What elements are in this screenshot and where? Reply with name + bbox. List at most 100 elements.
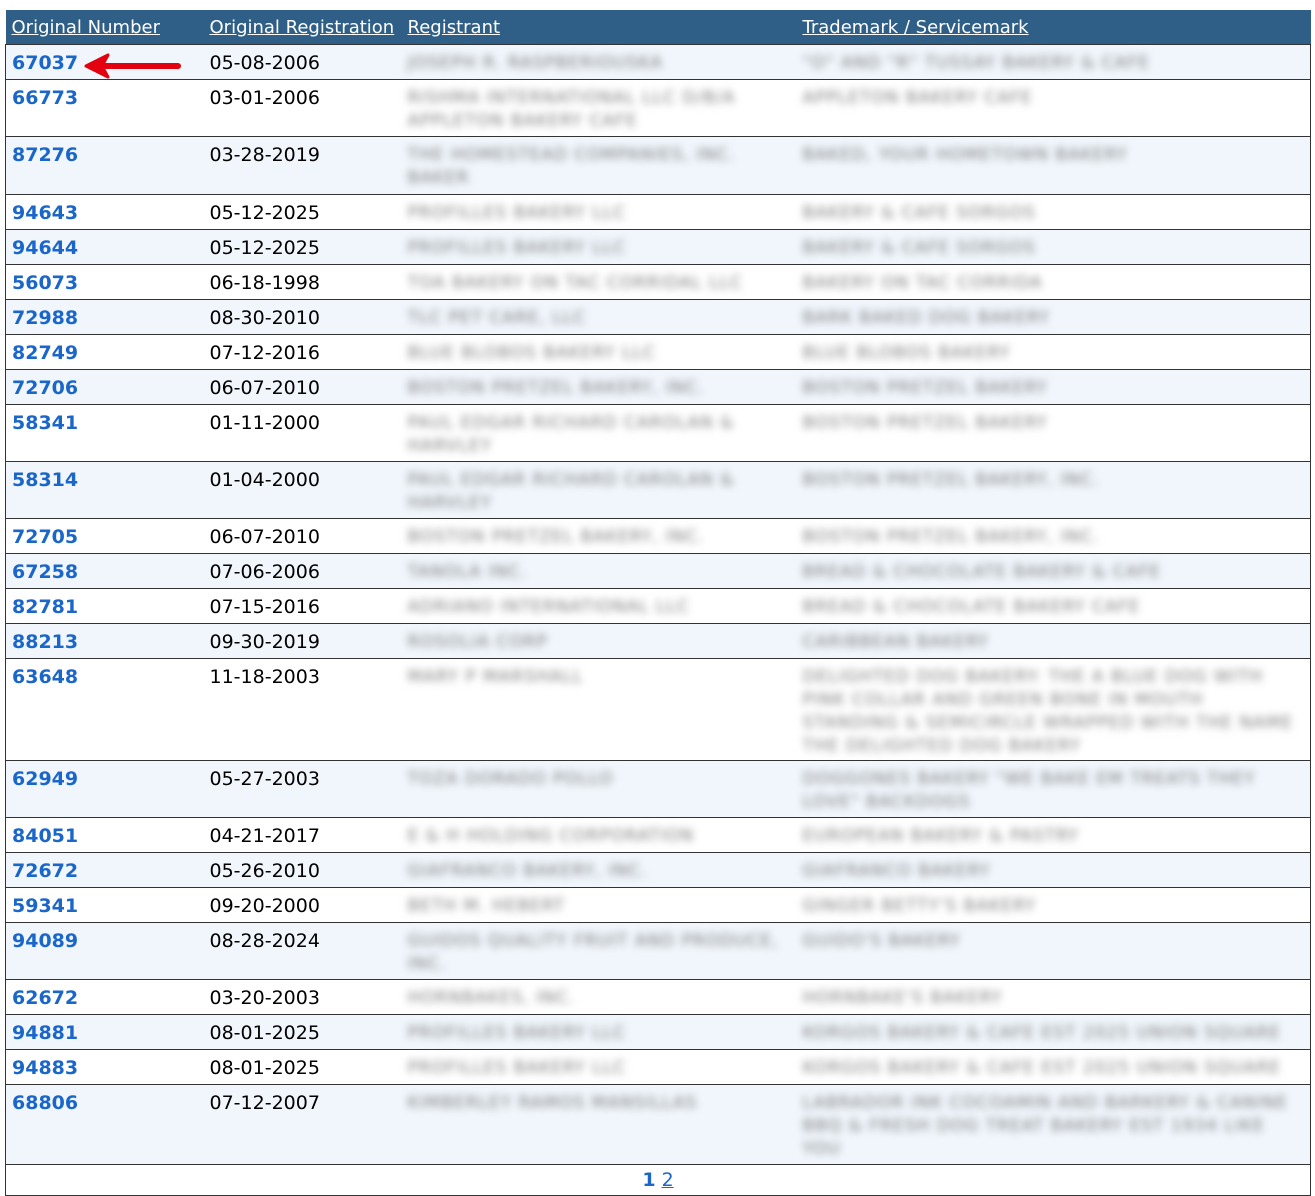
registrant-name: PROFILLES BAKERY LLC [407, 203, 627, 223]
trademark-name: BOSTON PRETZEL BAKERY, INC. [802, 527, 1100, 547]
mark-cell: BAKERY ON TAC CORRIDA [796, 264, 1311, 300]
trademark-number-link[interactable]: 88213 [12, 631, 78, 653]
mark-cell: GINGER BETTY'S BAKERY [796, 887, 1311, 923]
trademark-number-link[interactable]: 56073 [12, 272, 78, 294]
page-link-2[interactable]: 2 [662, 1169, 674, 1191]
registrant-name: GIAFRANCO BAKERY, INC. [407, 861, 648, 881]
date-cell: 05-12-2025 [203, 229, 402, 265]
registrant-cell: GUIDOS QUALITY FRUIT AND PRODUCE, INC. [401, 922, 797, 980]
number-cell: 84051 [5, 817, 204, 853]
registrant-name: PROFILLES BAKERY LLC [407, 238, 627, 258]
trademark-number-link[interactable]: 94643 [12, 202, 78, 224]
date-cell: 01-04-2000 [203, 461, 402, 519]
trademark-number-link[interactable]: 87276 [12, 144, 78, 166]
trademark-number-link[interactable]: 72706 [12, 377, 78, 399]
registrant-cell: BOSTON PRETZEL BAKERY, INC. [401, 369, 797, 405]
trademark-number-link[interactable]: 84051 [12, 825, 78, 847]
table-row: 68806 07-12-2007 KIMBERLEY RAMOS MANSILLAS… [5, 1084, 1311, 1165]
mark-cell: BOSTON PRETZEL BAKERY [796, 404, 1311, 462]
table-row: 62672 03-20-2003 HORNBAKES, INC. HORNBAKE'S… [5, 979, 1311, 1015]
registrant-name: RISHMA INTERNATIONAL LLC D/B/A APPLETON … [407, 88, 736, 131]
mark-cell: BOSTON PRETZEL BAKERY, INC. [796, 461, 1311, 519]
mark-cell: KORGOS BAKERY & CAFE EST 2025 UNION SQUA… [796, 1049, 1311, 1085]
trademark-number-link[interactable]: 58314 [12, 469, 78, 491]
registrant-cell: MARY P MARSHALL [401, 658, 797, 761]
pagination: 12 [5, 1164, 1311, 1196]
trademark-number-link[interactable]: 68806 [12, 1092, 78, 1114]
registration-date: 07-06-2006 [209, 561, 320, 583]
sort-trademark[interactable]: Trademark / Servicemark [796, 10, 1311, 45]
trademark-number-link[interactable]: 94881 [12, 1022, 78, 1044]
sort-original-number[interactable]: Original Number [5, 10, 204, 45]
registrant-name: TANOLA INC. [407, 562, 528, 582]
sort-original-registration[interactable]: Original Registration [203, 10, 402, 45]
results-body: 67037 05-08-2006 JOSEPH R. RASPBERIOUSKA "O… [5, 44, 1311, 1165]
registrant-name: PAUL EDGAR RICHARD CAROLAN & HARVLEY [407, 470, 735, 513]
trademark-number-link[interactable]: 66773 [12, 87, 78, 109]
trademark-number-link[interactable]: 82749 [12, 342, 78, 364]
trademark-number-link[interactable]: 72672 [12, 860, 78, 882]
registrant-name: ADRIANO INTERNATIONAL LLC [407, 597, 690, 617]
sort-registrant[interactable]: Registrant [401, 10, 797, 45]
trademark-number-link[interactable]: 67258 [12, 561, 78, 583]
number-cell: 62672 [5, 979, 204, 1015]
registrant-cell: RISHMA INTERNATIONAL LLC D/B/A APPLETON … [401, 79, 797, 137]
registrant-name: BOSTON PRETZEL BAKERY, INC. [407, 527, 705, 547]
date-cell: 07-12-2016 [203, 334, 402, 370]
table-row: 56073 06-18-1998 TOA BAKERY ON TAC CORRIDA… [5, 264, 1311, 300]
number-cell: 63648 [5, 658, 204, 761]
registration-date: 11-18-2003 [209, 666, 320, 688]
registrant-cell: TANOLA INC. [401, 553, 797, 589]
trademark-number-link[interactable]: 62949 [12, 768, 78, 790]
mark-cell: EUROPEAN BAKERY & PASTRY [796, 817, 1311, 853]
trademark-number-link[interactable]: 72705 [12, 526, 78, 548]
registrant-cell: PROFILLES BAKERY LLC [401, 1014, 797, 1050]
number-cell: 72705 [5, 518, 204, 554]
current-page: 1 [642, 1169, 656, 1191]
registration-date: 03-20-2003 [209, 987, 320, 1009]
number-cell: 82749 [5, 334, 204, 370]
registration-date: 07-12-2016 [209, 342, 320, 364]
date-cell: 05-08-2006 [203, 44, 402, 80]
number-cell: 87276 [5, 136, 204, 195]
date-cell: 08-01-2025 [203, 1014, 402, 1050]
pagination-row: 12 [5, 1164, 1311, 1196]
trademark-number-link[interactable]: 63648 [12, 666, 78, 688]
trademark-number-link[interactable]: 58341 [12, 412, 78, 434]
registration-date: 05-26-2010 [209, 860, 320, 882]
trademark-name: BOSTON PRETZEL BAKERY [802, 378, 1048, 398]
trademark-number-link[interactable]: 62672 [12, 987, 78, 1009]
date-cell: 09-30-2019 [203, 623, 402, 659]
mark-cell: BREAD & CHOCOLATE BAKERY & CAFE [796, 553, 1311, 589]
number-cell: 67258 [5, 553, 204, 589]
mark-cell: BAKERY & CAFE SORGOS [796, 194, 1311, 230]
trademark-number-link[interactable]: 59341 [12, 895, 78, 917]
date-cell: 08-01-2025 [203, 1049, 402, 1085]
registrant-name: THE HOMESTEAD COMPANIES, INC. BAKER [407, 145, 736, 188]
mark-cell: BAKERY & CAFE SORGOS [796, 229, 1311, 265]
registrant-name: BETH M. HEBERT [407, 896, 565, 916]
table-row: 67037 05-08-2006 JOSEPH R. RASPBERIOUSKA "O… [5, 44, 1311, 80]
registration-date: 05-27-2003 [209, 768, 320, 790]
trademark-name: DELIGHTED DOG BAKERY: THE A BLUE DOG WIT… [802, 667, 1294, 756]
date-cell: 07-12-2007 [203, 1084, 402, 1165]
mark-cell: BOSTON PRETZEL BAKERY, INC. [796, 518, 1311, 554]
trademark-number-link[interactable]: 94089 [12, 930, 78, 952]
trademark-number-link[interactable]: 72988 [12, 307, 78, 329]
registrant-cell: ROSOLIA CORP [401, 623, 797, 659]
number-cell: 58341 [5, 404, 204, 462]
registration-date: 09-30-2019 [209, 631, 320, 653]
mark-cell: GIAFRANCO BAKERY [796, 852, 1311, 888]
trademark-name: BAKERY ON TAC CORRIDA [802, 273, 1043, 293]
trademark-number-link[interactable]: 94644 [12, 237, 78, 259]
number-cell: 72988 [5, 299, 204, 335]
number-cell: 68806 [5, 1084, 204, 1165]
trademark-name: BAKERY & CAFE SORGOS [802, 238, 1036, 258]
registration-date: 06-07-2010 [209, 377, 320, 399]
table-row: 84051 04-21-2017 E & H HOLDING CORPORATION… [5, 817, 1311, 853]
trademark-number-link[interactable]: 82781 [12, 596, 78, 618]
mark-cell: KORGOS BAKERY & CAFE EST 2025 UNION SQUA… [796, 1014, 1311, 1050]
mark-cell: GUIDO'S BAKERY [796, 922, 1311, 980]
trademark-number-link[interactable]: 94883 [12, 1057, 78, 1079]
trademark-number-link[interactable]: 67037 [12, 52, 78, 74]
